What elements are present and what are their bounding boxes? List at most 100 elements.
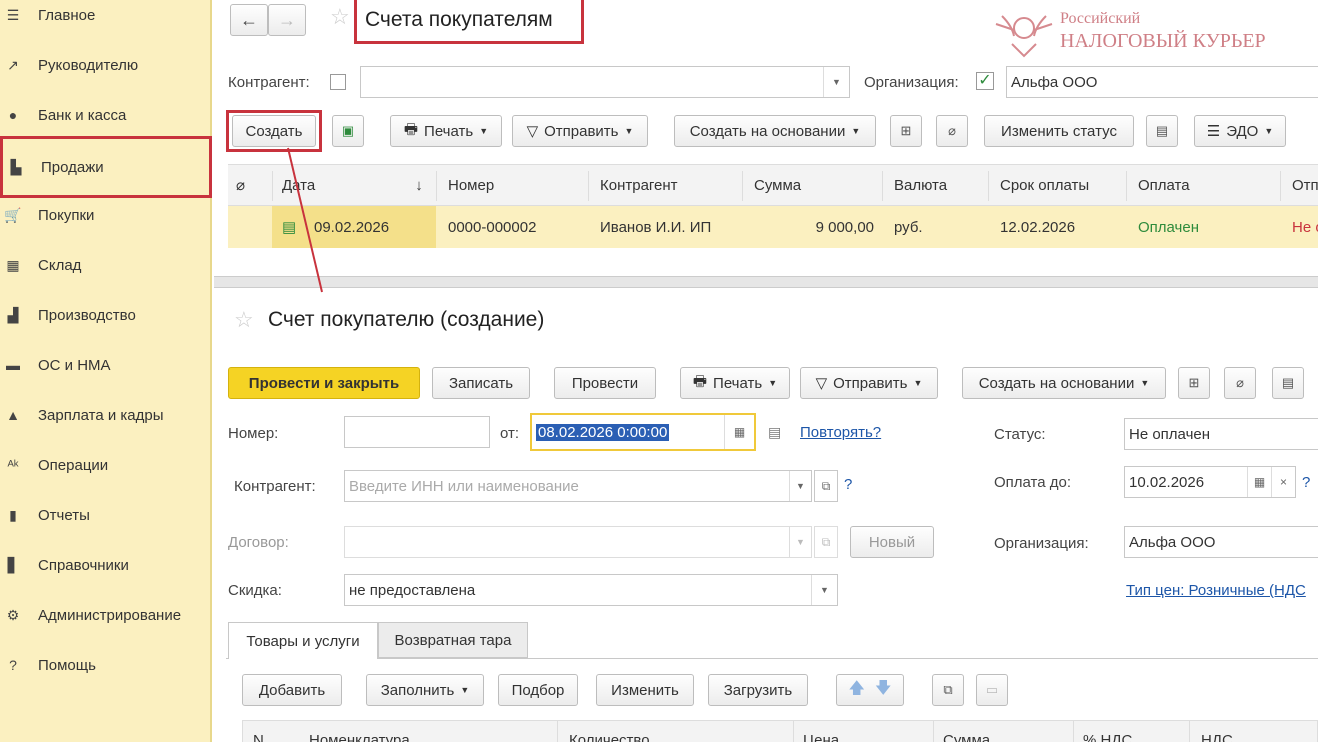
hierarchy-icon: ⊞ xyxy=(1188,375,1200,390)
post-and-close-button[interactable]: Провести и закрыть xyxy=(228,367,420,399)
contract-field[interactable]: ▼ xyxy=(344,526,812,558)
list-create-based-button[interactable]: Создать на основании ▼ xyxy=(674,115,876,147)
sidebar-item-11[interactable]: ▋ Справочники xyxy=(0,545,212,585)
form-structure-button[interactable]: ⊞ xyxy=(1178,367,1210,399)
save-button[interactable]: Записать xyxy=(432,367,530,399)
date-field[interactable]: 08.02.2026 0:00:00 ▦ xyxy=(530,413,756,451)
create-button[interactable]: Создать xyxy=(232,115,316,147)
sidebar-item-label: Главное xyxy=(38,6,96,24)
form-attach-button[interactable]: ⌀ xyxy=(1224,367,1256,399)
contragent-label: Контрагент: xyxy=(234,478,316,495)
bank-icon: ● xyxy=(8,107,18,123)
edo-button[interactable]: ☰ ЭДО ▼ xyxy=(1194,115,1286,147)
pay-until-help-icon[interactable]: ? xyxy=(1302,474,1310,491)
pick-button[interactable]: Подбор xyxy=(498,674,578,706)
form-print-button[interactable]: 🖶 Печать ▼ xyxy=(680,367,790,399)
change-button[interactable]: Изменить xyxy=(596,674,694,706)
column-sum[interactable]: Сумма xyxy=(754,165,874,205)
organization-field[interactable]: Альфа ООО xyxy=(1124,526,1318,558)
contragent-field[interactable]: Введите ИНН или наименование ▼ xyxy=(344,470,812,502)
clear-icon[interactable]: × xyxy=(1271,467,1295,497)
chevron-down-icon[interactable]: ▼ xyxy=(789,471,811,501)
chevron-down-icon[interactable]: ▼ xyxy=(823,67,849,97)
column-due-date[interactable]: Срок оплаты xyxy=(1000,165,1120,205)
calendar-icon[interactable]: ▦ xyxy=(1247,467,1271,497)
list-title-box: Счета покупателям xyxy=(354,0,584,44)
column-contragent[interactable]: Контрагент xyxy=(600,165,740,205)
sidebar-item-10[interactable]: ▮ Отчеты xyxy=(0,495,212,535)
column-shipment[interactable]: Отп xyxy=(1292,165,1318,205)
column-currency[interactable]: Валюта xyxy=(894,165,984,205)
sidebar-item-8[interactable]: ▲ Зарплата и кадры xyxy=(0,395,212,435)
discount-field[interactable]: не предоставлена ▼ xyxy=(344,574,838,606)
sidebar-item-0[interactable]: ☰ Главное xyxy=(0,0,212,35)
column-payment[interactable]: Оплата xyxy=(1138,165,1258,205)
list-print-button[interactable]: 🖶 Печать ▼ xyxy=(390,115,502,147)
post-button[interactable]: Провести xyxy=(554,367,656,399)
number-field[interactable] xyxy=(344,416,490,448)
form-send-button[interactable]: ▽ Отправить ▼ xyxy=(800,367,938,399)
open-contragent-icon[interactable]: ⧉ xyxy=(814,470,838,502)
paste-rows-button[interactable]: ▭ xyxy=(976,674,1008,706)
window-splitter[interactable] xyxy=(214,276,1318,288)
favorite-star-icon[interactable]: ☆ xyxy=(330,4,350,30)
page-title: Счета покупателям xyxy=(365,8,553,31)
pay-until-label: Оплата до: xyxy=(994,474,1072,491)
copy-document-button[interactable]: ▣ xyxy=(332,115,364,147)
chevron-down-icon: ▼ xyxy=(1264,126,1274,136)
structure-button[interactable]: ⊞ xyxy=(890,115,922,147)
tab-goods-services[interactable]: Товары и услуги xyxy=(228,622,378,659)
sidebar-item-6[interactable]: ▟ Производство xyxy=(0,295,212,335)
load-button[interactable]: Загрузить xyxy=(708,674,808,706)
pay-until-field[interactable]: 10.02.2026 ▦ × xyxy=(1124,466,1296,498)
form-favorite-star-icon[interactable]: ☆ xyxy=(234,307,254,333)
trend-icon: ↗ xyxy=(7,56,19,73)
sidebar-item-4[interactable]: 🛒 Покупки xyxy=(0,195,212,235)
change-status-button[interactable]: Изменить статус xyxy=(984,115,1134,147)
contragent-help-icon[interactable]: ? xyxy=(844,476,852,493)
org-filter-field[interactable]: Альфа ООО xyxy=(1006,66,1318,98)
arrow-down-icon[interactable]: 🡇 xyxy=(875,677,891,704)
sidebar-item-1[interactable]: ↗ Руководителю xyxy=(0,45,212,85)
paperclip-icon[interactable]: ⌀ xyxy=(236,165,266,205)
chevron-down-icon[interactable]: ▼ xyxy=(789,527,811,557)
column-number[interactable]: Номер xyxy=(448,165,588,205)
status-field[interactable]: Не оплачен xyxy=(1124,418,1318,450)
row-shipment: Не о xyxy=(1292,218,1318,236)
report-button[interactable]: ▤ xyxy=(1146,115,1178,147)
sidebar-item-label: Банк и касса xyxy=(38,106,127,124)
price-type-link[interactable]: Тип цен: Розничные (НДС xyxy=(1126,582,1306,599)
tab-return-containers[interactable]: Возвратная тара xyxy=(378,622,528,658)
add-button[interactable]: Добавить xyxy=(242,674,342,706)
arrow-up-icon[interactable]: 🡅 xyxy=(849,677,865,704)
sidebar-item-13[interactable]: ? Помощь xyxy=(0,645,212,685)
sidebar-item-7[interactable]: ▬ ОС и НМА xyxy=(0,345,212,385)
sidebar-item-12[interactable]: ⚙ Администрирование xyxy=(0,595,212,635)
fill-button[interactable]: Заполнить ▼ xyxy=(366,674,484,706)
list-send-button[interactable]: ▽ Отправить ▼ xyxy=(512,115,648,147)
open-contract-icon[interactable]: ⧉ xyxy=(814,526,838,558)
contragent-filter-checkbox[interactable] xyxy=(330,74,346,90)
form-report-button[interactable]: ▤ xyxy=(1272,367,1304,399)
sidebar-item-3[interactable]: ▙ Продажи xyxy=(0,136,212,198)
back-button[interactable]: ← xyxy=(230,4,268,36)
sidebar-item-9[interactable]: ᴬᵏ Операции xyxy=(0,445,212,485)
copy-rows-button[interactable]: ⧉ xyxy=(932,674,964,706)
org-filter-checkbox[interactable]: ✓ xyxy=(976,72,994,90)
change-label: Изменить xyxy=(611,681,679,699)
org-filter-label: Организация: xyxy=(864,74,959,91)
repeat-link[interactable]: Повторять? xyxy=(800,424,881,441)
calendar-icon[interactable]: ▦ xyxy=(724,415,754,449)
sidebar-item-5[interactable]: ▦ Склад xyxy=(0,245,212,285)
form-create-based-button[interactable]: Создать на основании ▼ xyxy=(962,367,1166,399)
forward-button[interactable]: → xyxy=(268,4,306,36)
attach-button[interactable]: ⌀ xyxy=(936,115,968,147)
row-sum: 9 000,00 xyxy=(815,218,874,236)
chevron-down-icon[interactable]: ▼ xyxy=(811,575,837,605)
contragent-filter-field[interactable]: ▼ xyxy=(360,66,850,98)
arrow-right-icon: → xyxy=(278,9,296,30)
new-contract-button[interactable]: Новый xyxy=(850,526,934,558)
table-row[interactable]: ▤ 09.02.2026 0000-000002 Иванов И.И. ИП … xyxy=(228,206,1318,248)
chevron-down-icon: ▼ xyxy=(1140,378,1150,388)
sidebar-item-2[interactable]: ● Банк и касса xyxy=(0,95,212,135)
